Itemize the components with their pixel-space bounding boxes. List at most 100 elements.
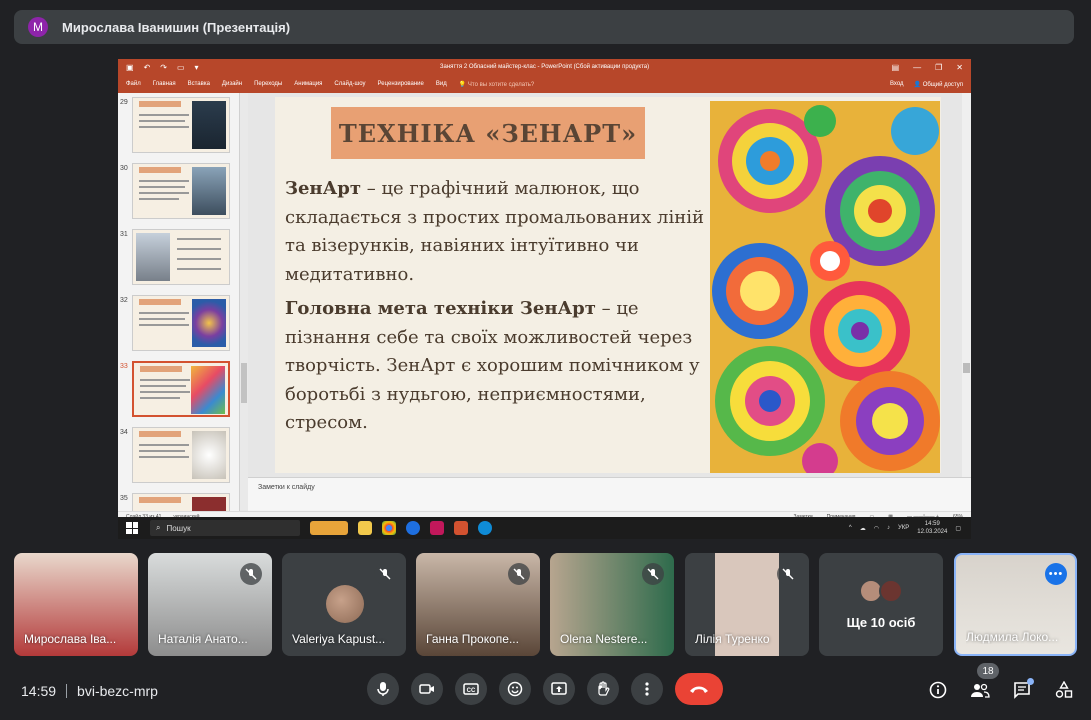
chat-notification-dot <box>1027 678 1034 685</box>
ribbon-tab-review[interactable]: Рецензирование <box>378 81 424 87</box>
ribbon-tab-home[interactable]: Главная <box>153 81 176 87</box>
app-icon[interactable] <box>430 521 444 535</box>
notes-placeholder: Заметки к слайду <box>258 484 315 491</box>
participant-name: Мирослава Іва... <box>24 632 117 646</box>
camera-icon <box>419 684 434 694</box>
taskbar-time: 14:59 <box>924 521 940 527</box>
participant-tile[interactable]: Мирослава Іва... <box>14 553 138 656</box>
participant-tile[interactable]: Лілія Туренко <box>685 553 809 656</box>
thumb-number: 31 <box>120 231 128 238</box>
tell-me-box[interactable]: 💡 Что вы хотите сделать? <box>459 81 534 88</box>
tray-up-icon[interactable]: ^ <box>849 525 852 531</box>
participant-tile-self[interactable]: ••• Людмила Локо... <box>954 553 1077 656</box>
slide-title-box: ТЕХНІКА «ЗЕНАРТ» <box>331 107 645 159</box>
meeting-info: 14:59 bvi-bezc-mrp <box>21 683 158 699</box>
thumbnail-row[interactable]: 35 <box>118 493 234 511</box>
ribbon-tab-animations[interactable]: Анимация <box>294 81 322 87</box>
ppt-titlebar: ▣ ↶ ↷ ▭ ▾ Заняття 2 Обласний майстер-кла… <box>118 59 971 75</box>
thumbnail-row[interactable]: 32 <box>118 295 234 353</box>
captions-button[interactable]: CC <box>455 673 487 705</box>
emoji-icon <box>507 681 523 697</box>
thumb-number: 35 <box>120 495 128 502</box>
people-button[interactable] <box>968 678 992 702</box>
taskbar-clock[interactable]: 14:59 12.03.2024 <box>917 520 947 536</box>
more-options-button[interactable]: ••• <box>1045 563 1067 585</box>
activities-button[interactable] <box>1052 678 1076 702</box>
chrome-icon[interactable] <box>382 521 396 535</box>
present-button[interactable] <box>543 673 575 705</box>
meeting-details-button[interactable] <box>926 678 950 702</box>
taskbar-search-text: Пошук <box>166 523 191 533</box>
leave-call-button[interactable] <box>675 673 723 705</box>
powerpoint-icon[interactable] <box>454 521 468 535</box>
edge-icon[interactable] <box>478 521 492 535</box>
participant-tile[interactable]: Ганна Прокопе... <box>416 553 540 656</box>
presenter-name: Мирослава Іванишин (Презентація) <box>62 19 291 35</box>
taskbar-search[interactable]: ⌕ Пошук <box>150 520 300 536</box>
slide-thumbnail[interactable] <box>132 163 230 219</box>
slide-thumbnail-active[interactable] <box>132 361 230 417</box>
taskbar-widget-icon[interactable] <box>310 521 348 535</box>
shared-screen: ▣ ↶ ↷ ▭ ▾ Заняття 2 Обласний майстер-кла… <box>118 59 971 539</box>
windows-taskbar: ⌕ Пошук ^ ☁ ◠ ♪ УКР 14:59 12.03.2024 ▢ <box>118 517 971 539</box>
slide-thumbnail[interactable] <box>132 295 230 351</box>
ribbon-tab-insert[interactable]: Вставка <box>188 81 210 87</box>
slide-thumbnail[interactable] <box>132 493 230 511</box>
slide-body: ЗенАрт – це графічний малюнок, що склада… <box>285 175 713 444</box>
more-vert-icon <box>645 682 649 696</box>
divider <box>66 684 68 698</box>
more-options-button[interactable] <box>631 673 663 705</box>
share-button[interactable]: 👤 Общий доступ <box>914 81 963 88</box>
raise-hand-button[interactable] <box>587 673 619 705</box>
language-indicator[interactable]: УКР <box>898 525 909 531</box>
notifications-icon[interactable]: ▢ <box>955 525 961 532</box>
mic-off-icon <box>374 563 396 585</box>
close-icon[interactable]: ✕ <box>956 63 963 72</box>
mic-off-icon <box>777 563 799 585</box>
slide-paragraph-2: Головна мета техніки ЗенАрт – це пізнанн… <box>285 295 713 438</box>
notes-pane[interactable]: Заметки к слайду <box>248 477 971 511</box>
thumbnail-scrollbar[interactable] <box>240 93 248 511</box>
ribbon-tab-view[interactable]: Вид <box>436 81 447 87</box>
slide-scrollbar[interactable] <box>962 93 971 477</box>
svg-text:CC: CC <box>467 688 476 694</box>
camera-button[interactable] <box>411 673 443 705</box>
ribbon-tab-slideshow[interactable]: Слайд-шоу <box>334 81 365 87</box>
ribbon-tab-design[interactable]: Дизайн <box>222 81 242 87</box>
lightbulb-icon: 💡 <box>458 81 467 88</box>
participant-tile[interactable]: Olena Nestere... <box>550 553 674 656</box>
zoom-app-icon[interactable] <box>406 521 420 535</box>
ribbon-tab-file[interactable]: Файл <box>126 81 141 87</box>
mic-button[interactable] <box>367 673 399 705</box>
minimize-icon[interactable]: — <box>913 63 921 72</box>
thumbnail-row[interactable]: 31 <box>118 229 234 287</box>
slide-thumbnail[interactable] <box>132 427 230 483</box>
windows-start-icon[interactable] <box>126 522 138 534</box>
ppt-doc-title: Заняття 2 Обласний майстер-клас - PowerP… <box>439 64 650 70</box>
slide-thumbnail[interactable] <box>132 97 230 153</box>
sign-in-link[interactable]: Вход <box>890 81 904 88</box>
thumbnail-row-active[interactable]: 33 <box>118 361 234 419</box>
chat-button[interactable] <box>1010 678 1034 702</box>
ribbon-display-icon[interactable]: ▤ <box>892 63 900 72</box>
slide-thumbnail[interactable] <box>132 229 230 285</box>
participant-tile[interactable]: Наталія Анато... <box>148 553 272 656</box>
restore-icon[interactable]: ❐ <box>935 63 942 72</box>
taskbar-date: 12.03.2024 <box>917 529 948 535</box>
volume-icon[interactable]: ♪ <box>887 525 890 531</box>
thumbnail-row[interactable]: 30 <box>118 163 234 221</box>
ribbon-tab-transitions[interactable]: Переходы <box>254 81 282 87</box>
participant-name: Людмила Локо... <box>966 630 1059 644</box>
thumb-number: 33 <box>120 363 128 370</box>
more-participants-tile[interactable]: Ще 10 осіб <box>819 553 943 656</box>
thumb-number: 30 <box>120 165 128 172</box>
thumbnail-row[interactable]: 34 <box>118 427 234 485</box>
thumbnail-row[interactable]: 29 <box>118 97 234 155</box>
participants-count-badge: 18 <box>977 663 999 679</box>
file-explorer-icon[interactable] <box>358 521 372 535</box>
ppt-workspace: 29 30 31 32 33 34 35 ТЕХНІКА «ЗЕНАРТ» Зе… <box>118 93 971 511</box>
onedrive-icon[interactable]: ☁ <box>860 525 866 532</box>
reactions-button[interactable] <box>499 673 531 705</box>
wifi-icon[interactable]: ◠ <box>874 525 879 532</box>
participant-tile[interactable]: Valeriya Kapust... <box>282 553 406 656</box>
